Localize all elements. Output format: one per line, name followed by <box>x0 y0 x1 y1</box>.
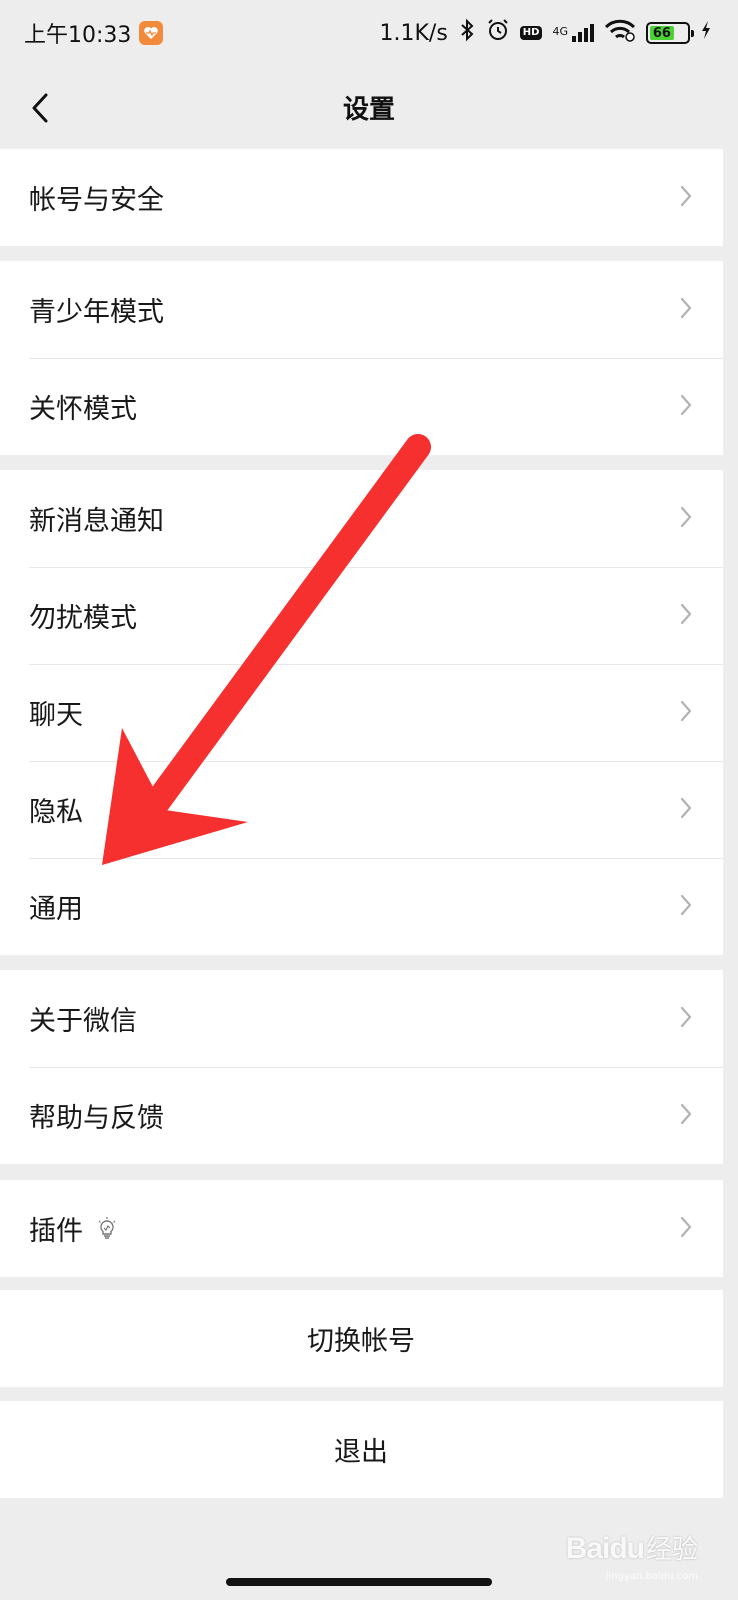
bluetooth-icon <box>458 18 476 48</box>
chevron-right-icon <box>679 296 693 324</box>
settings-group-modes: 青少年模式 关怀模式 <box>0 261 723 455</box>
chevron-left-icon <box>32 93 48 123</box>
logout-button[interactable]: 退出 <box>0 1401 723 1498</box>
settings-group-account: 帐号与安全 <box>0 149 723 246</box>
settings-item-chat[interactable]: 聊天 <box>0 664 723 761</box>
logout-group: 退出 <box>0 1401 723 1498</box>
settings-item-label: 帐号与安全 <box>29 185 164 216</box>
settings-item-account-security[interactable]: 帐号与安全 <box>0 149 723 246</box>
signal-icon: 4G <box>552 22 594 44</box>
settings-item-label: 新消息通知 <box>29 506 164 537</box>
settings-item-teen-mode[interactable]: 青少年模式 <box>0 261 723 358</box>
settings-item-label: 青少年模式 <box>29 297 164 328</box>
settings-item-label: 插件 <box>29 1216 83 1247</box>
chevron-right-icon <box>679 602 693 630</box>
switch-account-group: 切换帐号 <box>0 1290 723 1387</box>
watermark-url: jingyan.baidu.com <box>605 1571 698 1582</box>
settings-item-plugins[interactable]: 插件 <box>0 1180 723 1277</box>
nav-bar: 设置 <box>0 66 738 148</box>
settings-item-privacy[interactable]: 隐私 <box>0 761 723 858</box>
status-bar: 上午10:33 1.1K/s HD 4G 66 <box>0 0 738 66</box>
watermark-brand-rest: du <box>609 1532 645 1565</box>
alarm-icon <box>486 18 510 48</box>
watermark-suffix: 经验 <box>645 1534 698 1564</box>
settings-item-about-wechat[interactable]: 关于微信 <box>0 970 723 1067</box>
chevron-right-icon <box>679 505 693 533</box>
chevron-right-icon <box>679 699 693 727</box>
switch-account-button[interactable]: 切换帐号 <box>0 1290 723 1387</box>
settings-item-label: 关怀模式 <box>29 394 137 425</box>
settings-item-care-mode[interactable]: 关怀模式 <box>0 358 723 455</box>
charging-icon <box>700 20 712 46</box>
settings-item-label: 聊天 <box>29 700 83 731</box>
chevron-right-icon <box>679 1102 693 1130</box>
page-title: 设置 <box>342 94 395 125</box>
status-time: 上午10:33 <box>24 23 132 48</box>
logout-label: 退出 <box>334 1437 388 1468</box>
health-app-icon <box>139 21 164 45</box>
chevron-right-icon <box>679 1215 693 1243</box>
wifi-icon <box>604 18 636 48</box>
battery-icon: 66 <box>646 22 694 44</box>
chevron-right-icon <box>679 893 693 921</box>
settings-item-label-wrap: 插件 <box>29 1209 117 1248</box>
chevron-right-icon <box>679 796 693 824</box>
settings-item-general[interactable]: 通用 <box>0 858 723 955</box>
settings-item-label: 帮助与反馈 <box>29 1103 164 1134</box>
settings-item-label: 隐私 <box>29 797 83 828</box>
back-button[interactable] <box>20 86 60 130</box>
net-type-label: 4G <box>552 25 568 38</box>
switch-account-label: 切换帐号 <box>307 1326 415 1357</box>
home-indicator[interactable] <box>226 1578 492 1586</box>
settings-item-help-feedback[interactable]: 帮助与反馈 <box>0 1067 723 1164</box>
lightbulb-icon <box>98 1216 116 1239</box>
settings-group-about: 关于微信 帮助与反馈 <box>0 970 723 1164</box>
settings-group-general: 新消息通知 勿扰模式 聊天 隐私 通用 <box>0 470 723 955</box>
chevron-right-icon <box>679 1005 693 1033</box>
settings-item-notifications[interactable]: 新消息通知 <box>0 470 723 567</box>
battery-level: 66 <box>650 26 674 41</box>
hd-badge: HD <box>519 26 543 40</box>
baidu-watermark: Bai du 经验 <box>566 1529 698 1566</box>
settings-item-label: 关于微信 <box>29 1006 137 1037</box>
settings-item-label: 通用 <box>29 894 83 925</box>
settings-item-do-not-disturb[interactable]: 勿扰模式 <box>0 567 723 664</box>
watermark-brand: Bai <box>565 1532 611 1565</box>
net-speed: 1.1K/s <box>379 20 448 46</box>
chevron-right-icon <box>679 184 693 212</box>
settings-item-label: 勿扰模式 <box>29 603 137 634</box>
chevron-right-icon <box>679 393 693 421</box>
settings-group-plugins: 插件 <box>0 1180 723 1277</box>
